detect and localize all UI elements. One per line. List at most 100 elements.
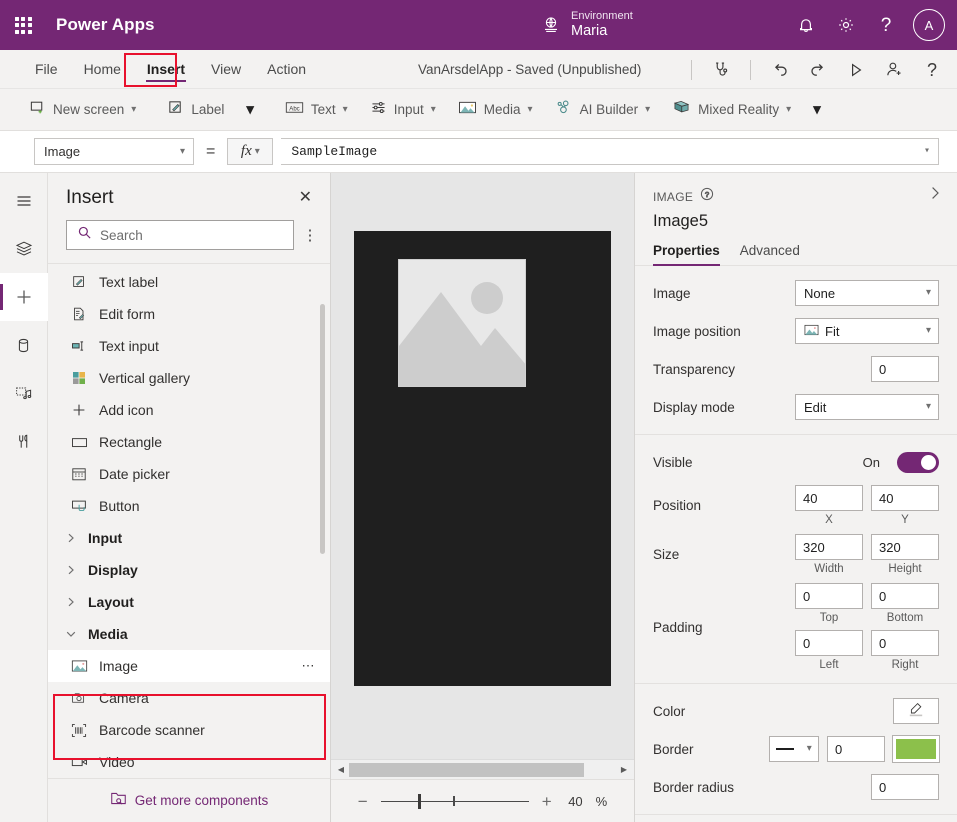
avatar[interactable]: A [913, 9, 945, 41]
insert-more-options-icon[interactable]: ⋮ [300, 226, 320, 244]
scroll-left-icon[interactable]: ◀ [333, 765, 349, 774]
tab-advanced[interactable]: Advanced [740, 243, 800, 265]
new-screen-button[interactable]: New screen ▾ [18, 89, 147, 130]
padding-bottom-input[interactable]: 0 [871, 583, 939, 609]
visible-toggle[interactable] [897, 452, 939, 473]
get-more-components-button[interactable]: Get more components [48, 778, 330, 822]
close-icon[interactable]: ✕ [295, 188, 316, 208]
insert-item-more-icon[interactable]: ⋯ [302, 658, 317, 674]
tree-view-icon[interactable] [0, 225, 48, 273]
environment-selector[interactable]: Environment Maria [540, 0, 633, 50]
settings-gear-icon[interactable] [827, 5, 865, 45]
border-radius-input[interactable]: 0 [871, 774, 939, 800]
ribbon-overflow-button[interactable]: ▾ [802, 89, 832, 130]
padding-top-input[interactable]: 0 [795, 583, 863, 609]
zoom-in-button[interactable]: + [542, 793, 552, 810]
zoom-slider[interactable] [381, 794, 529, 808]
chevron-down-icon: ▾ [180, 147, 185, 157]
scroll-right-icon[interactable]: ▶ [616, 765, 632, 774]
advanced-tools-icon[interactable] [0, 417, 48, 465]
display-mode-select[interactable]: Edit ▾ [795, 394, 939, 420]
insert-item-image[interactable]: Image ⋯ [48, 650, 330, 682]
insert-item-camera[interactable]: Camera [48, 682, 330, 714]
label-button[interactable]: Label [156, 89, 235, 130]
insert-item-add-icon[interactable]: Add icon [48, 394, 330, 426]
menu-item-insert[interactable]: Insert [134, 50, 198, 88]
insert-item-video[interactable]: Video [48, 746, 330, 778]
insert-item-barcode-scanner[interactable]: Barcode scanner [48, 714, 330, 746]
image-placeholder[interactable] [398, 259, 526, 387]
border-color-swatch[interactable] [893, 736, 939, 762]
insert-group-layout[interactable]: Layout [48, 586, 330, 618]
padding-left-input[interactable]: 0 [795, 630, 863, 656]
formula-input[interactable]: SampleImage ▾ [281, 138, 939, 165]
text-button[interactable]: Abc Text ▾ [274, 89, 359, 130]
property-selector[interactable]: Image ▾ [34, 138, 194, 165]
label-gallery-expand[interactable]: ▾ [235, 89, 265, 130]
undo-icon[interactable] [761, 53, 799, 87]
insert-plus-icon[interactable] [0, 273, 48, 321]
menu-item-view[interactable]: View [198, 50, 254, 88]
expand-panel-icon[interactable] [927, 185, 943, 206]
insert-group-media[interactable]: Media [48, 618, 330, 650]
insert-item-text-input[interactable]: Text input [48, 330, 330, 362]
app-screen[interactable] [354, 231, 611, 686]
border-width-input[interactable]: 0 [827, 736, 885, 762]
insert-item-date-picker[interactable]: Date picker [48, 458, 330, 490]
text-abc-icon: Abc [285, 100, 304, 120]
hamburger-menu-icon[interactable] [0, 177, 48, 225]
media-icon[interactable] [0, 369, 48, 417]
ai-builder-button[interactable]: AI Builder ▾ [544, 89, 662, 130]
scroll-track[interactable] [349, 763, 616, 777]
insert-item-vertical-gallery[interactable]: Vertical gallery [48, 362, 330, 394]
redo-icon[interactable] [799, 53, 837, 87]
insert-group-input[interactable]: Input [48, 522, 330, 554]
color-picker-button[interactable] [893, 698, 939, 724]
insert-item-text-label[interactable]: Text label [48, 266, 330, 298]
zoom-unit: % [596, 794, 608, 809]
app-launcher-icon[interactable] [0, 0, 46, 50]
help-question-icon[interactable]: ? [867, 5, 905, 45]
app-checker-icon[interactable] [702, 53, 740, 87]
scroll-thumb[interactable] [349, 763, 584, 777]
share-user-icon[interactable] [875, 53, 913, 87]
tab-properties[interactable]: Properties [653, 243, 720, 265]
zoom-slider-handle[interactable] [418, 794, 421, 809]
control-type-label: IMAGE [653, 190, 693, 204]
zoom-out-button[interactable]: − [358, 793, 368, 810]
size-height-input[interactable]: 320 [871, 534, 939, 560]
property-label: Image [653, 286, 795, 301]
image-select[interactable]: None ▾ [795, 280, 939, 306]
chevron-down-icon: ▾ [528, 105, 533, 115]
insert-group-display[interactable]: Display [48, 554, 330, 586]
data-icon[interactable] [0, 321, 48, 369]
help-question-icon[interactable]: ? [913, 53, 951, 87]
position-y-input[interactable]: 40 [871, 485, 939, 511]
media-button[interactable]: Media ▾ [447, 89, 544, 130]
insert-item-edit-form[interactable]: Edit form [48, 298, 330, 330]
canvas-viewport[interactable] [331, 173, 634, 759]
transparency-input[interactable]: 0 [871, 356, 939, 382]
input-button[interactable]: Input ▾ [359, 89, 447, 130]
insert-item-button[interactable]: Button [48, 490, 330, 522]
position-x-input[interactable]: 40 [795, 485, 863, 511]
fx-button[interactable]: fx ▾ [227, 138, 273, 165]
menu-item-action[interactable]: Action [254, 50, 319, 88]
size-width-field: 320 Width [795, 534, 863, 575]
menu-item-file[interactable]: File [22, 50, 71, 88]
search-input[interactable]: Search [66, 220, 294, 250]
border-style-select[interactable]: ▾ [769, 736, 819, 762]
mixed-reality-button[interactable]: Mixed Reality ▾ [661, 89, 802, 130]
property-padding: Padding 0 Top 0 Bottom [653, 583, 939, 671]
help-circle-icon[interactable]: ? [700, 187, 714, 206]
preview-play-icon[interactable] [837, 53, 875, 87]
menu-item-home[interactable]: Home [71, 50, 134, 88]
canvas-horizontal-scrollbar[interactable]: ◀ ▶ [331, 759, 634, 779]
chevron-down-icon[interactable]: ▾ [924, 147, 930, 157]
size-width-input[interactable]: 320 [795, 534, 863, 560]
padding-right-input[interactable]: 0 [871, 630, 939, 656]
notification-bell-icon[interactable] [787, 5, 825, 45]
image-position-select[interactable]: Fit ▾ [795, 318, 939, 344]
formula-bar: Image ▾ = fx ▾ SampleImage ▾ [0, 131, 957, 173]
insert-item-rectangle[interactable]: Rectangle [48, 426, 330, 458]
